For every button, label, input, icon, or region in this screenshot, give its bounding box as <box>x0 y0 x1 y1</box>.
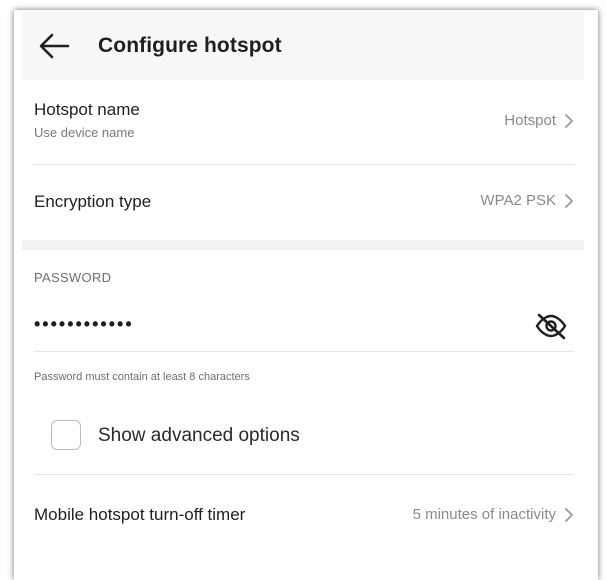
turn-off-timer-value: 5 minutes of inactivity <box>412 506 556 523</box>
password-hint: Password must contain at least 8 charact… <box>34 371 250 383</box>
chevron-right-icon <box>565 113 573 128</box>
encryption-type-row[interactable]: Encryption type WPA2 PSK <box>34 180 574 224</box>
advanced-options-checkbox[interactable] <box>51 420 81 450</box>
divider <box>34 474 574 475</box>
back-arrow-icon[interactable] <box>36 30 72 62</box>
encryption-type-value: WPA2 PSK <box>480 192 556 209</box>
hotspot-name-label: Hotspot name <box>34 100 140 119</box>
encryption-type-value-group: WPA2 PSK <box>480 192 574 209</box>
advanced-options-label[interactable]: Show advanced options <box>98 425 300 447</box>
hotspot-name-row[interactable]: Hotspot name Use device name Hotspot <box>34 100 574 156</box>
hotspot-name-sublabel: Use device name <box>34 125 135 140</box>
divider <box>34 164 574 165</box>
password-underline <box>34 351 574 352</box>
app-bar: Configure hotspot <box>22 12 584 80</box>
password-section-label: PASSWORD <box>34 270 112 285</box>
turn-off-timer-value-group: 5 minutes of inactivity <box>413 506 574 523</box>
chevron-right-icon <box>565 193 573 208</box>
hotspot-name-value: Hotspot <box>504 112 556 129</box>
hotspot-name-value-group: Hotspot <box>504 112 574 129</box>
chevron-right-icon <box>565 507 573 522</box>
section-separator <box>22 240 584 250</box>
password-field[interactable]: •••••••••••• <box>34 314 134 335</box>
turn-off-timer-row[interactable]: Mobile hotspot turn-off timer 5 minutes … <box>34 494 574 538</box>
page-title: Configure hotspot <box>98 34 282 57</box>
eye-off-icon[interactable] <box>534 312 568 340</box>
